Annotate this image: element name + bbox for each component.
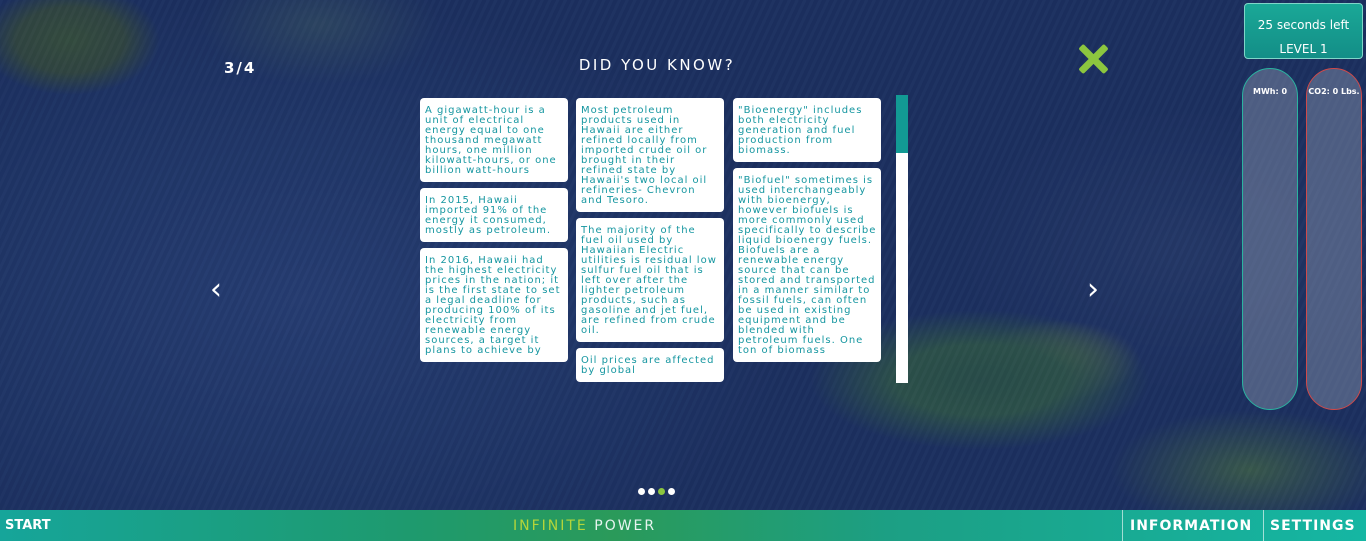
divider [1122,510,1123,541]
card-column-3: "Bioenergy" includes both electricity ge… [733,98,881,368]
start-button[interactable]: START [5,518,51,533]
fact-card: In 2015, Hawaii imported 91% of the ener… [420,188,568,242]
fact-card: "Biofuel" sometimes is used interchangea… [733,168,881,362]
close-icon[interactable] [1074,40,1112,78]
information-button[interactable]: INFORMATION [1130,518,1252,534]
level-text: LEVEL 1 [1279,42,1328,56]
brand-word-2: POWER [594,518,657,534]
modal-title: DID YOU KNOW? [578,56,736,74]
pagination-dot[interactable] [648,488,655,495]
pagination-dots [638,488,675,496]
brand-logo: INFINITE POWER [513,518,656,534]
pagination-dot[interactable] [668,488,675,495]
mwh-label: MWh: 0 [1252,87,1288,96]
mwh-meter: MWh: 0 [1242,68,1298,410]
timer-panel: 25 seconds left LEVEL 1 [1244,3,1363,59]
card-column-2: Most petroleum products used in Hawaii a… [576,98,724,383]
fact-card: In 2016, Hawaii had the highest electric… [420,248,568,362]
slide-counter: 3/4 [224,59,257,77]
scrollbar-thumb[interactable] [896,95,908,153]
settings-button[interactable]: SETTINGS [1270,518,1356,534]
timer-text: 25 seconds left [1257,18,1350,32]
next-arrow-icon[interactable]: › [1087,275,1099,305]
card-column-1: A gigawatt-hour is a unit of electrical … [420,98,568,368]
brand-word-1: INFINITE [513,518,588,534]
fact-card: Oil prices are affected by global [576,348,724,382]
prev-arrow-icon[interactable]: ‹ [210,275,222,305]
facts-card-grid[interactable]: A gigawatt-hour is a unit of electrical … [420,95,888,383]
bottom-bar: START INFINITE POWER INFORMATION SETTING… [0,510,1366,541]
co2-label: CO2: 0 Lbs. [1308,87,1360,96]
co2-meter: CO2: 0 Lbs. [1306,68,1362,410]
pagination-dot[interactable] [638,488,645,495]
fact-card: "Bioenergy" includes both electricity ge… [733,98,881,162]
pagination-dot[interactable] [658,488,665,495]
fact-card: A gigawatt-hour is a unit of electrical … [420,98,568,182]
cards-scrollbar[interactable] [896,95,908,383]
divider [1263,510,1264,541]
fact-card: Most petroleum products used in Hawaii a… [576,98,724,212]
fact-card: The majority of the fuel oil used by Haw… [576,218,724,342]
